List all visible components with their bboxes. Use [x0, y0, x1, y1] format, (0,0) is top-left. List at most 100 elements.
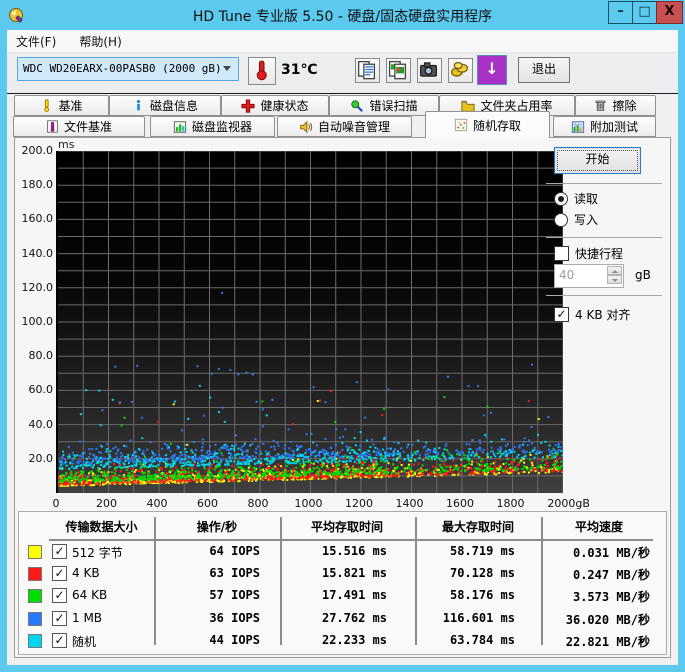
copy-text-button[interactable] — [355, 58, 380, 83]
camera-icon — [419, 62, 438, 77]
separator — [546, 183, 662, 184]
coins-button[interactable] — [448, 58, 473, 83]
y-tick-label: 100.0 — [21, 315, 54, 328]
read-radio[interactable] — [554, 191, 568, 206]
random-access-icon — [454, 118, 468, 132]
start-button[interactable]: 开始 — [554, 147, 641, 174]
tab-label: 擦除 — [612, 99, 637, 113]
chevron-down-icon — [223, 66, 231, 71]
file-benchmark-icon — [47, 120, 58, 133]
series-checkbox[interactable]: ✓ — [52, 566, 67, 581]
tab-disk-info[interactable]: 磁盘信息 — [109, 95, 221, 116]
tab-erase[interactable]: 擦除 — [575, 95, 656, 116]
tab-auto-acoustic[interactable]: 自动噪音管理 — [277, 116, 412, 137]
short-stroke-checkbox[interactable] — [554, 246, 569, 261]
tab-label: 磁盘监视器 — [191, 120, 252, 134]
tab-label: 文件基准 — [63, 120, 112, 134]
x-tick-label: 1400 — [395, 497, 424, 510]
screenshot-button[interactable] — [417, 58, 442, 83]
align-label: 4 KB 对齐 — [575, 308, 631, 322]
toolbar: WDC WD20EARX-00PASB0 (2000 gB) 31℃ ↓ 退出 — [7, 53, 678, 93]
align-checkbox[interactable]: ✓ — [554, 307, 569, 322]
window-title: HD Tune 专业版 5.50 - 硬盘/固态硬盘实用程序 — [192, 9, 493, 25]
exit-button[interactable]: 退出 — [518, 57, 570, 83]
maximize-button[interactable]: □ — [632, 1, 657, 24]
close-button[interactable]: X — [656, 1, 683, 24]
max-access-value: 116.601 ms — [442, 611, 515, 625]
tab-file-benchmark[interactable]: 文件基准 — [13, 116, 145, 137]
menu-help[interactable]: 帮助(H) — [70, 30, 130, 50]
short-stroke-label: 快捷行程 — [575, 247, 624, 261]
iops-value: 44 IOPS — [209, 633, 260, 647]
spinner-down-icon[interactable] — [607, 275, 622, 284]
series-color-swatch — [28, 589, 42, 603]
coins-icon — [450, 61, 469, 77]
tab-error-scan[interactable]: 错误扫描 — [329, 95, 439, 116]
drive-select-dropdown[interactable]: WDC WD20EARX-00PASB0 (2000 gB) — [17, 57, 239, 81]
col-header-ops: 操作/秒 — [196, 520, 238, 534]
update-check-button[interactable]: ↓ — [477, 55, 507, 85]
series-checkbox[interactable]: ✓ — [52, 544, 67, 559]
series-checkbox[interactable]: ✓ — [52, 611, 67, 626]
y-tick-label: 80.0 — [28, 349, 54, 363]
spinner-up-icon[interactable] — [607, 266, 622, 275]
title-bar[interactable]: HD Tune 专业版 5.50 - 硬盘/固态硬盘实用程序 – □ X — [0, 0, 685, 30]
column-separator — [280, 517, 282, 645]
tab-label: 磁盘信息 — [149, 99, 198, 113]
toolbar-separator — [7, 93, 678, 94]
y-tick-label: 160.0 — [21, 212, 54, 226]
read-radio-row[interactable]: 读取 — [554, 190, 598, 207]
temperature-value: 31℃ — [281, 62, 318, 78]
scatter-plot-svg — [57, 150, 564, 493]
y-tick-label: 60.0 — [28, 383, 54, 397]
max-access-value: 63.784 ms — [449, 633, 515, 647]
series-color-swatch — [28, 634, 42, 648]
avg-speed-value: 0.031 MB/秒 — [572, 546, 650, 560]
tab-label: 基准 — [58, 99, 83, 113]
short-stroke-unit: gB — [635, 268, 651, 282]
series-label: 512 字节 — [72, 546, 123, 560]
iops-value: 64 IOPS — [209, 544, 260, 558]
x-tick-label: 1800 — [496, 497, 525, 510]
separator — [546, 295, 662, 296]
write-radio[interactable] — [554, 212, 568, 227]
x-tick-label: 200 — [96, 497, 117, 510]
separator — [546, 237, 662, 238]
avg-access-value: 27.762 ms — [321, 611, 387, 625]
copy-image-icon — [388, 60, 407, 80]
y-tick-label: 120.0 — [21, 280, 54, 294]
y-tick-label: 40.0 — [28, 417, 54, 431]
tab-random-access[interactable]: 随机存取 — [425, 111, 550, 138]
short-stroke-spinner[interactable]: 40 — [554, 264, 624, 288]
menu-file[interactable]: 文件(F) — [7, 30, 65, 50]
series-checkbox[interactable]: ✓ — [52, 633, 67, 648]
tab-label: 附加测试 — [589, 120, 638, 134]
tab-benchmark[interactable]: 基准 — [14, 95, 109, 116]
temperature-button[interactable] — [248, 57, 276, 85]
info-icon — [136, 99, 141, 111]
copy-image-button[interactable] — [386, 58, 411, 83]
read-label: 读取 — [574, 192, 599, 206]
short-stroke-row[interactable]: 快捷行程 — [554, 245, 623, 262]
short-stroke-value: 40 — [559, 268, 575, 282]
tab-extra-tests[interactable]: 附加测试 — [553, 116, 656, 137]
menu-bar: 文件(F) 帮助(H) — [7, 30, 678, 53]
x-tick-label: 1200 — [345, 497, 373, 510]
align-row[interactable]: ✓ 4 KB 对齐 — [554, 306, 630, 323]
iops-value: 63 IOPS — [209, 566, 260, 580]
write-radio-row[interactable]: 写入 — [554, 211, 598, 228]
avg-access-value: 17.491 ms — [321, 588, 387, 602]
tab-disk-monitor[interactable]: 磁盘监视器 — [150, 116, 275, 137]
minimize-button[interactable]: – — [608, 1, 633, 24]
spinner-buttons[interactable] — [607, 266, 622, 284]
avg-speed-value: 0.247 MB/秒 — [572, 568, 650, 582]
col-header-max-access: 最大存取时间 — [441, 520, 514, 534]
x-tick-label: 0 — [52, 497, 60, 510]
tab-health[interactable]: 健康状态 — [221, 95, 329, 116]
y-tick-label: 200.0 — [21, 144, 54, 157]
column-separator — [541, 517, 543, 645]
col-header-avg-speed: 平均速度 — [574, 520, 623, 534]
y-tick-label: 20.0 — [28, 451, 54, 465]
series-checkbox[interactable]: ✓ — [52, 588, 67, 603]
trash-icon — [596, 100, 606, 111]
